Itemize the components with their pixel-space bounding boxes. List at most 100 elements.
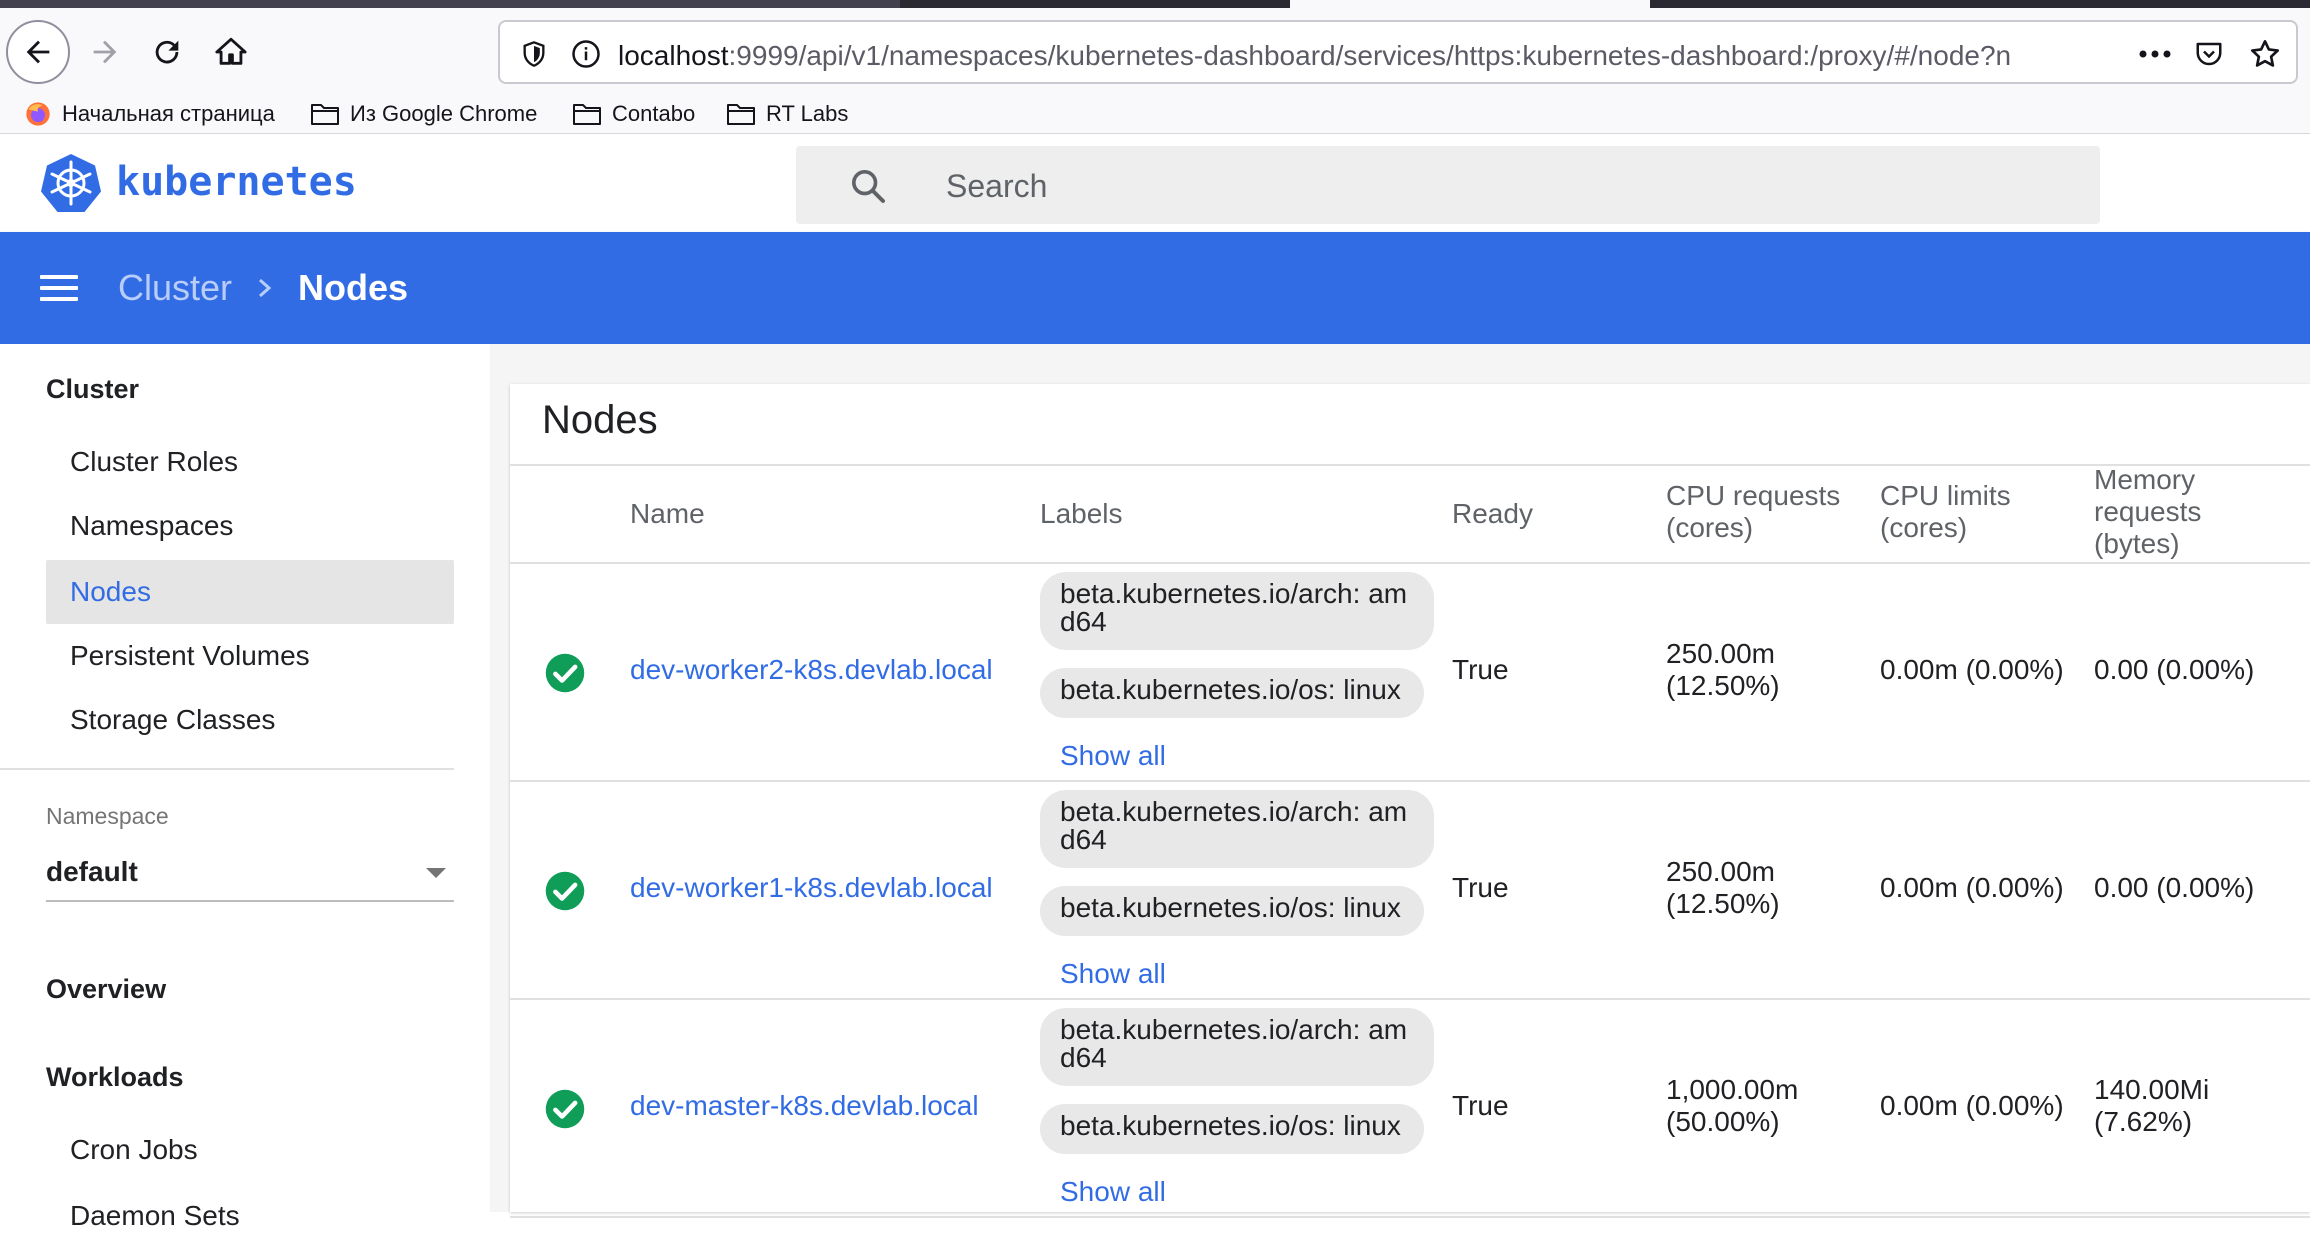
- sidebar-item-storage-classes[interactable]: Storage Classes: [46, 688, 454, 752]
- bookmark-label: Начальная страница: [62, 101, 275, 126]
- label-chip-arch: beta.kubernetes.io/arch: am d64: [1040, 790, 1434, 868]
- arrow-right-icon: [93, 40, 117, 64]
- value-line: (12.50%): [1666, 670, 1780, 701]
- cpu-limits-value: 0.00m (0.00%): [1880, 1090, 2064, 1121]
- folder-icon: [727, 104, 755, 125]
- breadcrumb-cluster[interactable]: Cluster: [118, 262, 232, 314]
- dropdown-arrow-icon: [426, 868, 446, 878]
- folder-icon: [573, 104, 601, 125]
- sidebar-item-nodes[interactable]: Nodes: [46, 560, 454, 624]
- card-title: Nodes: [542, 398, 658, 442]
- chip-line: beta.kubernetes.io/arch: am: [1060, 578, 1408, 609]
- label-chip-os: beta.kubernetes.io/os: linux: [1040, 886, 1424, 936]
- cpu-requests-value: 250.00m (12.50%): [1666, 638, 1780, 702]
- bookmark-rt-labs-folder[interactable]: RT Labs: [726, 94, 848, 134]
- column-header-ready[interactable]: Ready: [1452, 498, 1533, 530]
- page-actions-more-icon[interactable]: [2130, 34, 2180, 74]
- header-line: (cores): [1666, 512, 1754, 543]
- bookmark-contabo-folder[interactable]: Contabo: [572, 94, 695, 134]
- url-text[interactable]: localhost:9999/api/v1/namespaces/kuberne…: [618, 38, 2058, 74]
- sidebar-item-cluster-roles[interactable]: Cluster Roles: [46, 430, 454, 494]
- hamburger-menu-button[interactable]: [40, 266, 84, 310]
- forward-button[interactable]: [80, 24, 130, 80]
- value-line: 140.00Mi: [2094, 1074, 2210, 1105]
- chip-line: beta.kubernetes.io/arch: am: [1060, 1014, 1408, 1045]
- cpu-limits-value: 0.00m (0.00%): [1880, 654, 2064, 685]
- column-header-name[interactable]: Name: [630, 498, 705, 530]
- site-info-icon[interactable]: [566, 34, 606, 74]
- show-all-labels-link[interactable]: Show all: [1060, 1176, 1166, 1208]
- home-icon: [215, 37, 247, 65]
- check-circle-icon: [545, 871, 585, 911]
- url-host: localhost: [618, 40, 729, 71]
- sidebar-heading-cluster[interactable]: Cluster: [46, 374, 139, 405]
- value-line: 1,000.00m: [1666, 1074, 1799, 1105]
- nodes-card: Nodes Name Labels Ready CPU requests (co…: [510, 384, 2310, 1218]
- label-chip-arch: beta.kubernetes.io/arch: am d64: [1040, 1008, 1434, 1086]
- bookmark-label: RT Labs: [766, 101, 849, 126]
- bookmark-start-page[interactable]: Начальная страница: [24, 94, 275, 134]
- sidebar-item-persistent-volumes[interactable]: Persistent Volumes: [46, 624, 454, 688]
- value-line: (7.62%): [2094, 1106, 2193, 1137]
- back-button[interactable]: [6, 20, 70, 84]
- value-line: 250.00m: [1666, 638, 1775, 669]
- app-header: kubernetes: [0, 134, 2310, 232]
- sidebar: Cluster Cluster Roles Namespaces Nodes P…: [0, 344, 490, 1231]
- header-line: (bytes): [2094, 528, 2180, 559]
- memory-requests-value: 140.00Mi (7.62%): [2094, 1074, 2209, 1138]
- tracking-protection-shield-icon[interactable]: [514, 34, 554, 74]
- reload-icon: [155, 40, 179, 64]
- folder-icon: [311, 104, 339, 125]
- kubernetes-logo[interactable]: kubernetes: [40, 152, 357, 212]
- home-button[interactable]: [206, 24, 256, 80]
- ready-value: True: [1452, 654, 1509, 685]
- sidebar-heading-overview[interactable]: Overview: [46, 974, 166, 1005]
- memory-requests-value: 0.00 (0.00%): [2094, 654, 2255, 685]
- namespace-label: Namespace: [46, 803, 169, 829]
- node-name-link[interactable]: dev-worker1-k8s.devlab.local: [630, 872, 993, 904]
- url-bar[interactable]: localhost:9999/api/v1/namespaces/kuberne…: [498, 20, 2298, 84]
- node-name-link[interactable]: dev-master-k8s.devlab.local: [630, 1090, 979, 1122]
- table-row: dev-master-k8s.devlab.local beta.kuberne…: [510, 1000, 2310, 1218]
- menu-bar: [40, 286, 78, 290]
- cpu-requests-value: 1,000.00m (50.00%): [1666, 1074, 1798, 1138]
- node-name-link[interactable]: dev-worker2-k8s.devlab.local: [630, 654, 993, 686]
- search-box[interactable]: [796, 146, 2100, 224]
- table-row: dev-worker2-k8s.devlab.local beta.kubern…: [510, 564, 2310, 782]
- browser-tab-strip: [0, 0, 2310, 8]
- sidebar-item-daemon-sets[interactable]: Daemon Sets: [46, 1184, 454, 1248]
- sidebar-item-namespaces[interactable]: Namespaces: [46, 494, 454, 558]
- url-path: :9999/api/v1/namespaces/kubernetes-dashb…: [728, 40, 2012, 71]
- header-line: CPU requests: [1666, 480, 1841, 511]
- bookmark-star-icon[interactable]: [2240, 34, 2290, 74]
- reload-button[interactable]: [142, 24, 192, 80]
- browser-tab[interactable]: [0, 0, 900, 8]
- label-chip-os: beta.kubernetes.io/os: linux: [1040, 668, 1424, 718]
- bookmark-label: Contabo: [612, 101, 696, 126]
- chip-line: beta.kubernetes.io/arch: am: [1060, 796, 1408, 827]
- column-header-memory-requests[interactable]: Memory requests (bytes): [2094, 464, 2201, 560]
- column-header-cpu-limits[interactable]: CPU limits (cores): [1880, 480, 2011, 544]
- bookmark-google-chrome-folder[interactable]: Из Google Chrome: [310, 94, 537, 134]
- pocket-icon[interactable]: [2184, 34, 2234, 74]
- menu-bar: [40, 275, 78, 279]
- memory-requests-value: 0.00 (0.00%): [2094, 872, 2255, 903]
- namespace-value: default: [46, 856, 138, 887]
- show-all-labels-link[interactable]: Show all: [1060, 958, 1166, 990]
- sidebar-heading-workloads[interactable]: Workloads: [46, 1062, 184, 1093]
- check-circle-icon: [545, 653, 585, 693]
- label-chip-os: beta.kubernetes.io/os: linux: [1040, 1104, 1424, 1154]
- show-all-labels-link[interactable]: Show all: [1060, 740, 1166, 772]
- chevron-right-icon: [254, 262, 276, 314]
- sidebar-item-cron-jobs[interactable]: Cron Jobs: [46, 1118, 454, 1182]
- ready-value: True: [1452, 1090, 1509, 1121]
- browser-tab-active[interactable]: [1290, 0, 1650, 8]
- ready-value: True: [1452, 872, 1509, 903]
- search-input[interactable]: [944, 164, 2044, 208]
- header-line: (cores): [1880, 512, 1968, 543]
- namespace-select[interactable]: default: [46, 852, 454, 902]
- menu-bar: [40, 297, 78, 301]
- cpu-limits-value: 0.00m (0.00%): [1880, 872, 2064, 903]
- table-header: Name Labels Ready CPU requests (cores) C…: [510, 464, 2310, 564]
- column-header-cpu-requests[interactable]: CPU requests (cores): [1666, 480, 1840, 544]
